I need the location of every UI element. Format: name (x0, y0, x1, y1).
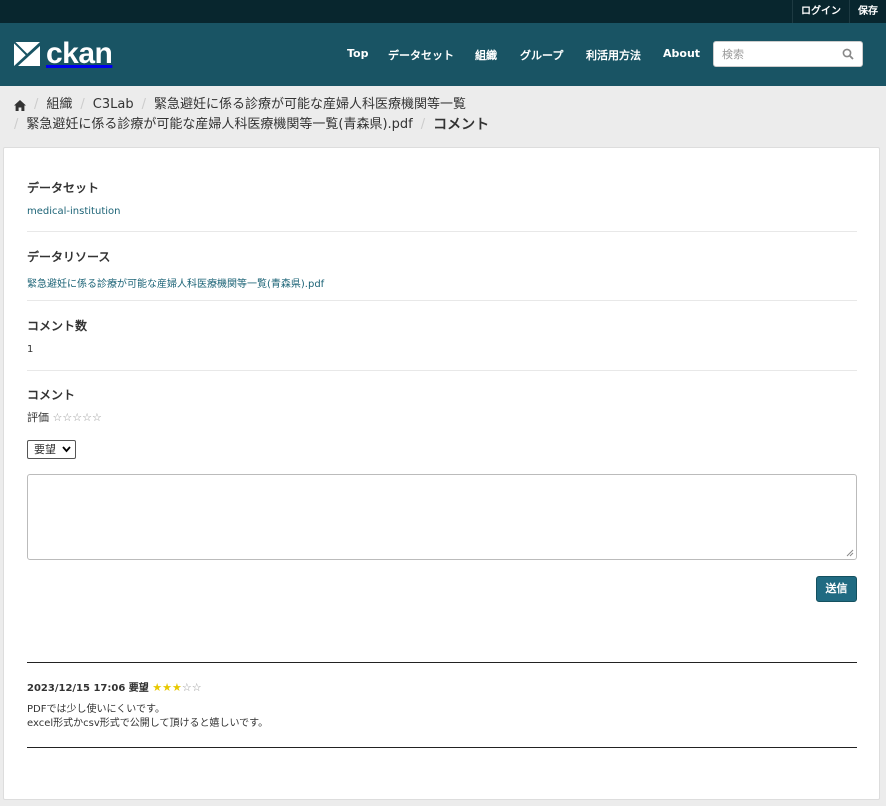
main-content: データセット medical-institution データリソース 緊急避妊に… (3, 147, 880, 800)
nav-usage[interactable]: 利活用方法 (586, 47, 641, 63)
rating-input: 評価 ☆☆☆☆☆ (27, 409, 102, 425)
rating-label: 評価 (27, 411, 49, 424)
category-select[interactable]: 要望 (27, 440, 76, 459)
breadcrumb-line-1: / 組織 / C3Lab / 緊急避妊に係る診療が可能な産婦人科医療機関等一覧 (14, 95, 874, 115)
comment-body: PDFでは少し使いにくいです。 excel形式かcsv形式で公開して頂けると嬉し… (27, 703, 268, 731)
comment-line: PDFでは少し使いにくいです。 (27, 704, 165, 715)
star-icon[interactable]: ☆ (53, 411, 63, 424)
resource-field: データリソース 緊急避妊に係る診療が可能な産婦人科医療機関等一覧(青森県).pd… (27, 248, 857, 290)
breadcrumb-line-2: / 緊急避妊に係る診療が可能な産婦人科医療機関等一覧(青森県).pdf / コメ… (14, 115, 874, 135)
breadcrumb-separator: / (34, 97, 39, 112)
breadcrumb-separator: / (14, 117, 19, 132)
comment-header: 2023/12/15 17:06 要望 ★★★☆☆ (27, 679, 202, 694)
star-icon[interactable]: ☆ (62, 411, 72, 424)
comment-count-field: コメント数 1 (27, 317, 857, 355)
star-icon: ★ (162, 681, 172, 694)
submit-button[interactable]: 送信 (816, 576, 857, 602)
login-link[interactable]: ログイン (792, 0, 849, 23)
dataset-field: データセット medical-institution (27, 179, 857, 217)
star-icon[interactable]: ☆ (82, 411, 92, 424)
comment-divider-bottom (27, 747, 857, 748)
account-bar: ログイン 保存 (0, 0, 886, 23)
star-icon: ☆ (181, 681, 192, 694)
comment-count-value: 1 (27, 344, 34, 355)
nav-about[interactable]: About (663, 47, 700, 60)
breadcrumb-dataset[interactable]: 緊急避妊に係る診療が可能な産婦人科医療機関等一覧 (154, 95, 466, 115)
rating-stars[interactable]: ☆☆☆☆☆ (53, 411, 102, 424)
breadcrumb-organization[interactable]: 組織 (46, 95, 72, 115)
nav-groups[interactable]: グループ (520, 47, 563, 63)
nav-organizations[interactable]: 組織 (475, 47, 497, 63)
comment-textarea[interactable] (27, 474, 857, 560)
masthead: ckan Top データセット 組織 グループ 利活用方法 About (0, 23, 886, 86)
comment-count-label: コメント数 (27, 319, 88, 333)
site-logo[interactable]: ckan (14, 37, 113, 70)
comment-form-heading: コメント (27, 386, 857, 403)
breadcrumb-separator: / (80, 97, 85, 112)
star-icon: ☆ (191, 681, 202, 694)
comment-line: excel形式かcsv形式で公開して頂けると嬉しいです。 (27, 718, 269, 729)
account-links: ログイン 保存 (792, 0, 886, 23)
breadcrumb-c3lab[interactable]: C3Lab (93, 95, 134, 115)
dataset-link[interactable]: medical-institution (27, 206, 120, 217)
star-icon[interactable]: ☆ (72, 411, 82, 424)
star-icon: ★ (152, 681, 163, 694)
comment-rating-stars: ★★★☆☆ (152, 681, 202, 694)
home-icon[interactable] (14, 99, 26, 111)
resource-label: データリソース (27, 250, 111, 264)
divider (27, 300, 857, 301)
comment-divider-top (27, 662, 857, 663)
star-icon[interactable]: ☆ (92, 411, 102, 424)
breadcrumb-separator: / (141, 97, 146, 112)
search-input[interactable] (714, 42, 834, 66)
search-icon[interactable] (842, 48, 854, 60)
category-selected-value: 要望 (34, 443, 56, 456)
breadcrumb-resource[interactable]: 緊急避妊に係る診療が可能な産婦人科医療機関等一覧(青森県).pdf (26, 115, 412, 135)
chevron-down-icon (62, 442, 71, 463)
resource-link[interactable]: 緊急避妊に係る診療が可能な産婦人科医療機関等一覧(青森県).pdf (27, 279, 324, 290)
envelope-logo-icon (14, 42, 40, 66)
resize-handle-icon[interactable] (846, 549, 854, 557)
nav-datasets[interactable]: データセット (388, 47, 454, 63)
dataset-label: データセット (27, 181, 100, 195)
save-link[interactable]: 保存 (849, 0, 886, 23)
search-box (713, 41, 863, 67)
site-logo-text: ckan (46, 37, 113, 70)
breadcrumb-separator: / (420, 117, 426, 132)
comment-date-type: 2023/12/15 17:06 要望 (27, 683, 149, 694)
divider (27, 231, 857, 232)
comment-form-label: コメント (27, 388, 76, 402)
nav-top[interactable]: Top (347, 47, 368, 60)
breadcrumb-active: コメント (433, 117, 490, 133)
star-icon: ★ (172, 681, 182, 694)
divider (27, 370, 857, 371)
breadcrumb: / 組織 / C3Lab / 緊急避妊に係る診療が可能な産婦人科医療機関等一覧 … (14, 95, 874, 135)
